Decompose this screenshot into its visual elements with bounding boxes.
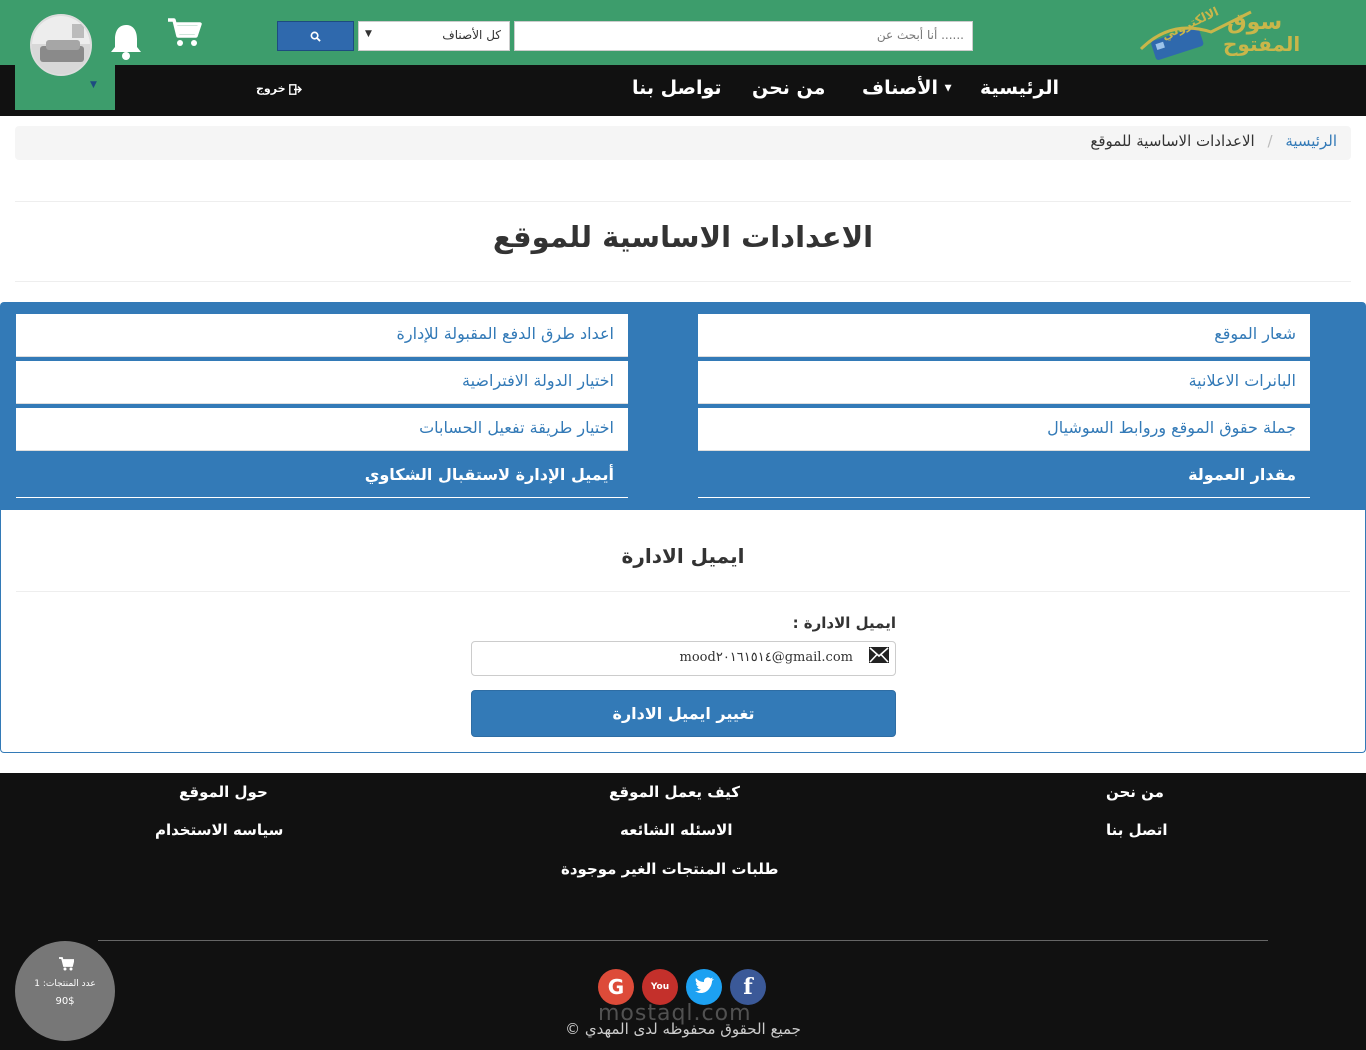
chevron-down-icon[interactable]: ▼ bbox=[90, 80, 97, 90]
nav-home[interactable]: الرئيسية bbox=[980, 77, 1059, 99]
floating-cart[interactable]: عدد المنتجات: 1 90$ bbox=[15, 941, 115, 1041]
envelope-icon bbox=[869, 647, 889, 663]
google-icon[interactable]: G bbox=[598, 969, 634, 1005]
divider bbox=[15, 281, 1351, 282]
search-button[interactable] bbox=[277, 21, 354, 51]
breadcrumb-separator: / bbox=[1267, 132, 1273, 150]
category-select-value: كل الأصناف bbox=[442, 28, 501, 42]
page-title: الاعدادات الاساسية للموقع bbox=[492, 220, 874, 254]
settings-item-copyright-social[interactable]: جملة حقوق الموقع وروابط السوشيال bbox=[698, 408, 1310, 451]
search-icon bbox=[310, 31, 321, 42]
settings-menu-panel: شعار الموقع البانرات الاعلانية جملة حقوق… bbox=[0, 302, 1366, 510]
breadcrumb-current: الاعدادات الاساسية للموقع bbox=[1090, 132, 1255, 150]
nav-about[interactable]: من نحن bbox=[752, 77, 825, 99]
nav-categories[interactable]: الأصناف ▼ bbox=[862, 77, 952, 99]
email-field[interactable]: mood٢٠١٦١٥١٤@gmail.com bbox=[471, 641, 896, 676]
settings-item-default-country[interactable]: اختيار الدولة الافتراضية bbox=[16, 361, 628, 404]
footer: من نحن اتصل بنا كيف يعمل الموقع الاسئله … bbox=[0, 773, 1366, 1050]
breadcrumb-home[interactable]: الرئيسية bbox=[1285, 132, 1337, 150]
footer-link-how-it-works[interactable]: كيف يعمل الموقع bbox=[609, 783, 740, 801]
footer-link-terms[interactable]: سياسه الاستخدام bbox=[155, 821, 283, 839]
settings-item-commission[interactable]: مقدار العمولة bbox=[698, 455, 1310, 498]
divider bbox=[98, 940, 1268, 941]
settings-item-admin-email[interactable]: أيميل الإدارة لاستقبال الشكاوي bbox=[16, 455, 628, 498]
email-field-label: ايميل الادارة : bbox=[792, 614, 896, 632]
cart-icon bbox=[59, 957, 74, 971]
divider bbox=[15, 201, 1351, 202]
admin-email-form: ايميل الادارة ايميل الادارة : mood٢٠١٦١٥… bbox=[0, 510, 1366, 753]
twitter-icon[interactable] bbox=[686, 969, 722, 1005]
change-email-button[interactable]: تغيير ايميل الادارة bbox=[471, 690, 896, 737]
settings-item-account-activation[interactable]: اختيار طريقة تفعيل الحسابات bbox=[16, 408, 628, 451]
breadcrumb: الرئيسية / الاعدادات الاساسية للموقع bbox=[15, 126, 1351, 160]
copyright-text: جميع الحقوق محفوظه لدى المهدي © bbox=[565, 1020, 801, 1038]
logout-link[interactable]: خروج bbox=[256, 82, 303, 95]
footer-link-contact[interactable]: اتصل بنا bbox=[1106, 821, 1168, 839]
footer-link-product-requests[interactable]: طلبات المنتجات الغير موجودة bbox=[561, 860, 779, 878]
nav-contact[interactable]: تواصل بنا bbox=[632, 77, 722, 99]
cart-count: عدد المنتجات: 1 bbox=[34, 979, 96, 989]
search-input[interactable]: أنا أبحث عن ...... bbox=[514, 21, 973, 51]
sign-out-icon bbox=[289, 83, 303, 95]
logout-label: خروج bbox=[256, 82, 286, 95]
settings-item-banners[interactable]: البانرات الاعلانية bbox=[698, 361, 1310, 404]
form-title: ايميل الادارة bbox=[621, 544, 745, 568]
footer-link-faq[interactable]: الاسئله الشائعه bbox=[620, 821, 733, 839]
settings-item-payment-methods[interactable]: اعداد طرق الدفع المقبولة للإدارة bbox=[16, 314, 628, 357]
youtube-icon[interactable]: You bbox=[642, 969, 678, 1005]
divider bbox=[16, 591, 1350, 592]
top-bar: سوق المفتوح الالكتروني أنا أبحث عن .....… bbox=[0, 0, 1366, 65]
bell-icon[interactable] bbox=[108, 22, 144, 60]
settings-item-logo[interactable]: شعار الموقع bbox=[698, 314, 1310, 357]
cart-total: 90$ bbox=[55, 996, 75, 1007]
facebook-icon[interactable]: f bbox=[730, 969, 766, 1005]
cart-icon[interactable] bbox=[166, 16, 202, 50]
avatar[interactable] bbox=[30, 14, 92, 76]
chevron-down-icon: ▼ bbox=[944, 83, 952, 94]
main-nav: الرئيسية الأصناف ▼ من نحن تواصل بنا خروج bbox=[0, 65, 1366, 116]
footer-link-about-site[interactable]: حول الموقع bbox=[179, 783, 268, 801]
chevron-down-icon: ▼ bbox=[365, 29, 372, 39]
site-logo[interactable]: سوق المفتوح الالكتروني bbox=[1131, 4, 1346, 62]
footer-link-about[interactable]: من نحن bbox=[1106, 783, 1164, 801]
category-select[interactable]: كل الأصناف ▼ bbox=[358, 21, 510, 51]
svg-text:المفتوح: المفتوح bbox=[1223, 32, 1300, 56]
nav-categories-label: الأصناف bbox=[862, 77, 938, 99]
